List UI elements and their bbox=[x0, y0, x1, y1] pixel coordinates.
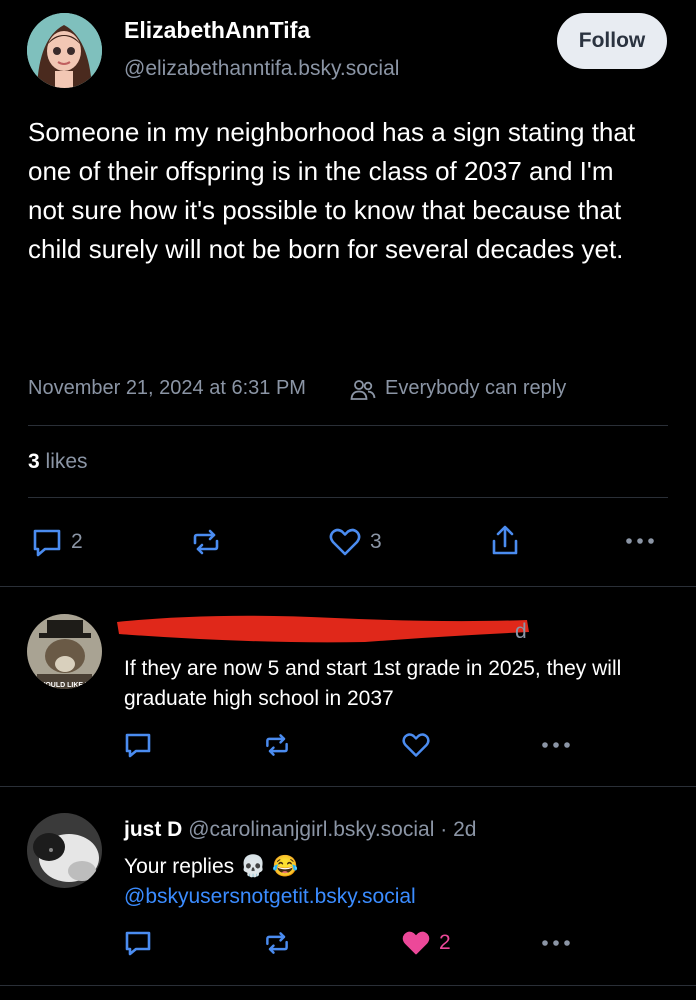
reply-icon bbox=[124, 731, 152, 759]
divider bbox=[0, 786, 696, 787]
reply-time[interactable]: 2d bbox=[453, 818, 476, 841]
repost-icon bbox=[190, 526, 222, 558]
repost-icon bbox=[263, 731, 291, 759]
more-icon bbox=[540, 931, 572, 955]
reply-button[interactable] bbox=[124, 929, 152, 957]
like-button[interactable]: 3 bbox=[328, 526, 382, 558]
reply-text: Your replies bbox=[124, 855, 235, 878]
repost-button[interactable] bbox=[263, 731, 291, 759]
heart-filled-icon bbox=[401, 929, 431, 957]
follow-button[interactable]: Follow bbox=[557, 13, 667, 69]
reply-button[interactable]: 2 bbox=[31, 526, 83, 558]
more-icon bbox=[540, 733, 572, 757]
likes-label: likes bbox=[45, 450, 88, 473]
reply-setting[interactable]: Everybody can reply bbox=[385, 377, 566, 400]
author-name[interactable]: ElizabethAnnTifa bbox=[124, 17, 310, 44]
more-options-button[interactable] bbox=[540, 931, 572, 955]
more-options-button[interactable] bbox=[540, 733, 572, 757]
repost-button[interactable] bbox=[263, 929, 291, 957]
avatar-cat-photo bbox=[27, 813, 102, 888]
avatar-meme-image: WOULD LIKE T bbox=[27, 614, 102, 689]
reply-icon bbox=[31, 526, 63, 558]
reply-time: d bbox=[515, 620, 527, 643]
likes-summary[interactable]: 3 likes bbox=[28, 450, 88, 474]
reply-text-line: Your replies 💀 😂 bbox=[124, 852, 298, 882]
divider bbox=[0, 985, 696, 986]
reply-author-name[interactable]: just D bbox=[124, 818, 182, 841]
share-button[interactable] bbox=[488, 524, 522, 558]
divider bbox=[0, 586, 696, 587]
people-icon bbox=[350, 378, 376, 402]
heart-icon bbox=[401, 731, 431, 759]
reply-emojis: 💀 😂 bbox=[239, 855, 299, 878]
svg-text:WOULD LIKE T: WOULD LIKE T bbox=[39, 682, 90, 689]
post-text: Someone in my neighborhood has a sign st… bbox=[28, 117, 636, 264]
repost-button[interactable] bbox=[190, 526, 222, 558]
like-button[interactable] bbox=[401, 731, 431, 759]
divider bbox=[28, 497, 668, 498]
redacted-author-line bbox=[115, 608, 535, 648]
like-count: 2 bbox=[439, 931, 451, 954]
more-icon bbox=[624, 529, 656, 553]
reply-text: If they are now 5 and start 1st grade in… bbox=[124, 657, 622, 710]
likes-count: 3 bbox=[28, 450, 40, 473]
reply-author-line: just D @carolinanjgirl.bsky.social · 2d bbox=[124, 818, 476, 842]
avatar-illustration bbox=[27, 13, 102, 88]
reply-avatar[interactable] bbox=[27, 813, 102, 888]
separator-dot: · bbox=[440, 818, 448, 841]
more-options-button[interactable] bbox=[624, 529, 656, 553]
divider bbox=[28, 425, 668, 426]
reply-author-handle[interactable]: @carolinanjgirl.bsky.social bbox=[188, 818, 434, 841]
reply-count: 2 bbox=[71, 530, 83, 553]
reply-button[interactable] bbox=[124, 731, 152, 759]
heart-icon bbox=[328, 526, 362, 558]
share-icon bbox=[488, 524, 522, 558]
like-count: 3 bbox=[370, 530, 382, 553]
like-button[interactable]: 2 bbox=[401, 929, 451, 957]
reply-avatar[interactable]: WOULD LIKE T bbox=[27, 614, 102, 689]
author-handle[interactable]: @elizabethanntifa.bsky.social bbox=[124, 57, 399, 81]
repost-icon bbox=[263, 929, 291, 957]
reply-icon bbox=[124, 929, 152, 957]
mention-link[interactable]: @bskyusersnotgetit.bsky.social bbox=[124, 882, 416, 912]
author-avatar[interactable] bbox=[27, 13, 102, 88]
post-timestamp[interactable]: November 21, 2024 at 6:31 PM bbox=[28, 377, 306, 400]
